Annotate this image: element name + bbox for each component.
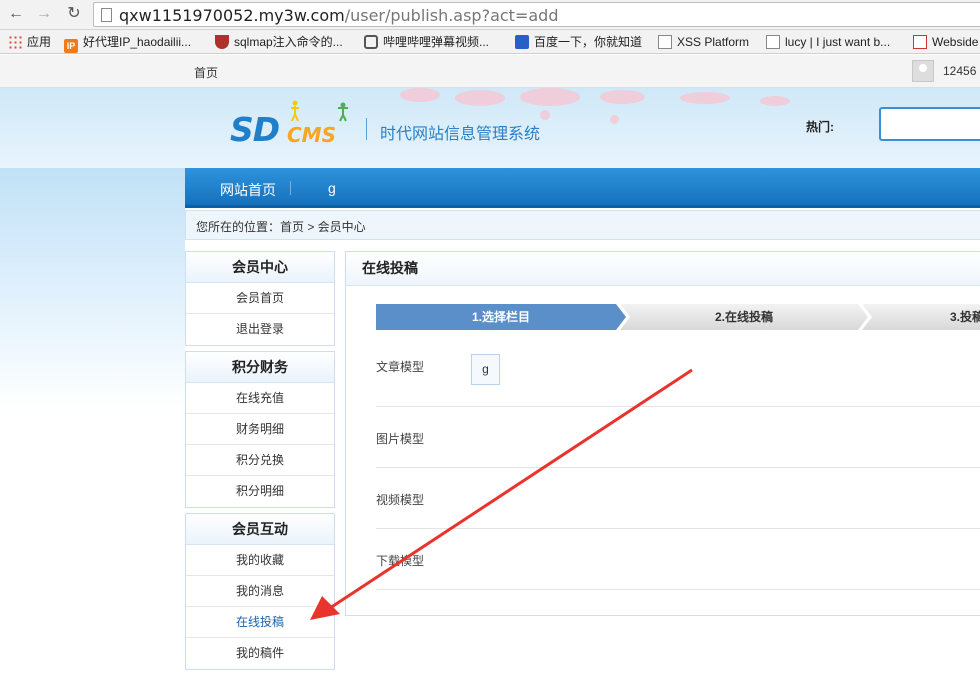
forward-arrow-icon[interactable]: → — [34, 4, 54, 24]
breadcrumb-text: 您所在的位置：首页 > 会员中心 — [196, 220, 366, 234]
sidebar-group-finance: 积分财务 在线充值 财务明细 积分兑换 积分明细 — [185, 351, 335, 508]
step-submit: 2.在线投稿 — [620, 304, 868, 330]
reload-icon[interactable]: ↻ — [64, 4, 84, 24]
model-label: 下载模型 — [376, 554, 425, 568]
bookmark-bilibili[interactable]: 哔哩哔哩弹幕视频... — [364, 33, 489, 51]
blossom-decoration — [455, 90, 505, 106]
sidebar-item-member-home[interactable]: 会员首页 — [186, 283, 334, 314]
blossom-decoration — [400, 88, 440, 102]
bookmark-haodaili[interactable]: IP 好代理IP_haodailii... — [64, 33, 191, 53]
sidebar-item-recharge[interactable]: 在线充值 — [186, 383, 334, 414]
sidebar-title: 积分财务 — [186, 352, 334, 383]
browser-toolbar: ← → ↻ qxw1151970052.my3w.com/user/publis… — [0, 0, 980, 30]
model-row-image: 图片模型 — [376, 407, 980, 468]
blossom-decoration — [610, 115, 619, 124]
sidebar-item-my-submissions[interactable]: 我的稿件 — [186, 638, 334, 669]
user-id: 12456 — [943, 64, 977, 78]
ip-badge-icon: IP — [64, 39, 78, 53]
apps-grid-icon — [8, 35, 22, 49]
model-label: 图片模型 — [376, 432, 425, 446]
sidebar-title: 会员互动 — [186, 514, 334, 545]
sidebar-item-finance-detail[interactable]: 财务明细 — [186, 414, 334, 445]
page-icon — [766, 35, 780, 49]
bookmark-webside[interactable]: Webside — [913, 33, 978, 51]
sidebar-item-messages[interactable]: 我的消息 — [186, 576, 334, 607]
model-row-video: 视频模型 — [376, 468, 980, 529]
avatar[interactable] — [912, 60, 934, 82]
nav-item-home[interactable]: 网站首页 — [220, 180, 276, 200]
sidebar-group-interaction: 会员互动 我的收藏 我的消息 在线投稿 我的稿件 — [185, 513, 335, 670]
breadcrumb: 您所在的位置：首页 > 会员中心 — [185, 210, 980, 240]
sidebar-item-points-detail[interactable]: 积分明细 — [186, 476, 334, 507]
paw-icon — [515, 35, 529, 49]
blossom-decoration — [760, 96, 790, 106]
model-label: 视频模型 — [376, 493, 425, 507]
model-row-article: 文章模型 g — [376, 346, 980, 407]
page-icon — [658, 35, 672, 49]
shield-icon — [215, 35, 229, 49]
step-done: 3.投稿 — [862, 304, 980, 330]
sidebar-group-member: 会员中心 会员首页 退出登录 — [185, 251, 335, 346]
blossom-decoration — [600, 90, 645, 104]
bookmark-xss[interactable]: XSS Platform — [658, 33, 749, 51]
bookmark-lucy[interactable]: lucy | I just want b... — [766, 33, 890, 51]
blossom-decoration — [540, 110, 550, 120]
logo-divider — [366, 118, 367, 140]
address-bar[interactable]: qxw1151970052.my3w.com/user/publish.asp?… — [93, 2, 980, 27]
url-text: qxw1151970052.my3w.com/user/publish.asp?… — [119, 6, 559, 25]
sidebar-item-logout[interactable]: 退出登录 — [186, 314, 334, 345]
sidebar-item-submit-online[interactable]: 在线投稿 — [186, 607, 334, 638]
page-icon — [101, 8, 112, 22]
bookmark-baidu[interactable]: 百度一下，你就知道 — [515, 33, 642, 51]
sidebar-item-points-exchange[interactable]: 积分兑换 — [186, 445, 334, 476]
blossom-decoration — [680, 92, 730, 104]
site-topbar: 首页 12456 — [0, 55, 980, 88]
column-chip-g[interactable]: g — [471, 354, 500, 385]
web-logo-icon — [913, 35, 927, 49]
nav-item-g[interactable]: g — [328, 180, 336, 196]
logo[interactable]: SD — [230, 110, 280, 149]
step-select-column: 1.选择栏目 — [376, 304, 626, 330]
step-progress: 1.选择栏目 2.在线投稿 3.投稿 — [376, 304, 980, 330]
hot-label: 热门: — [806, 120, 834, 134]
top-home-link[interactable]: 首页 — [194, 64, 218, 81]
blossom-decoration — [520, 88, 580, 106]
model-row-download: 下载模型 — [376, 529, 980, 590]
model-label: 文章模型 — [376, 360, 425, 374]
logo-cms: CMS — [287, 123, 336, 147]
bookmark-apps[interactable]: 应用 — [8, 33, 51, 51]
logo-figure-icon — [338, 102, 348, 122]
main-nav: 网站首页 g — [185, 168, 980, 208]
main-panel: 在线投稿 1.选择栏目 2.在线投稿 3.投稿 文章模型 g 图片模型 视频模型… — [345, 251, 980, 616]
site-tagline: 时代网站信息管理系统 — [380, 126, 541, 143]
nav-divider — [290, 181, 291, 195]
back-arrow-icon[interactable]: ← — [6, 4, 26, 24]
bookmark-sqlmap[interactable]: sqlmap注入命令的... — [215, 33, 343, 51]
sidebar-item-favorites[interactable]: 我的收藏 — [186, 545, 334, 576]
search-input[interactable] — [879, 107, 980, 141]
page-title: 在线投稿 — [346, 252, 980, 286]
logo-figure-icon — [291, 100, 299, 122]
bookmarks-bar: 应用 IP 好代理IP_haodailii... sqlmap注入命令的... 哔… — [0, 30, 980, 54]
sidebar-title: 会员中心 — [186, 252, 334, 283]
tv-icon — [364, 35, 378, 49]
